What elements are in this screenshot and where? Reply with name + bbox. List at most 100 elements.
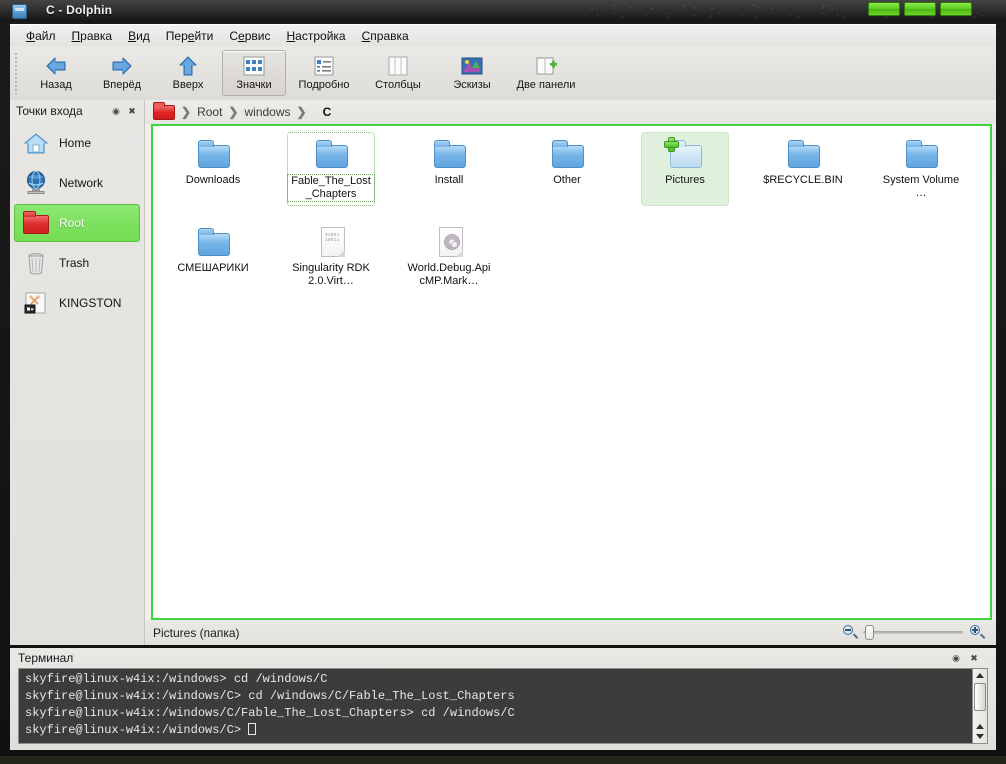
gear-icon[interactable]: ◉ (110, 105, 122, 117)
toolbar-back-label: Назад (40, 79, 72, 91)
toolbar-forward-button[interactable]: Вперёд (90, 50, 154, 96)
arrow-right-icon (110, 54, 134, 78)
breadcrumb-item-root[interactable]: Root (197, 105, 222, 119)
terminal-cursor (248, 723, 257, 735)
sidebar-item-trash[interactable]: Trash (14, 244, 140, 282)
sidebar-item-kingston[interactable]: KINGSTON (14, 284, 140, 322)
menu-file[interactable]: Файл (18, 27, 64, 45)
file-item-label: Install (434, 174, 464, 186)
menu-view[interactable]: Вид (120, 27, 158, 45)
menu-tools[interactable]: Сервис (221, 27, 278, 45)
icon-view[interactable]: Downloads Fable_The_Lost_Chapters Instal… (151, 124, 992, 620)
sidebar-item-trash-label: Trash (59, 256, 90, 270)
terminal-scrollbar[interactable] (972, 669, 987, 743)
trash-icon (21, 249, 51, 277)
file-item-system-volume[interactable]: System Volume … (877, 132, 965, 206)
zoom-slider[interactable] (863, 624, 963, 640)
toolbar-view-icons-button[interactable]: Значки (222, 50, 286, 96)
scroll-up-arrow-icon[interactable] (976, 673, 984, 678)
file-item-label: $RECYCLE.BIN (763, 174, 843, 186)
toolbar-forward-label: Вперёд (102, 79, 142, 91)
toolbar-view-columns-label: Столбцы (375, 79, 421, 91)
file-item-label: СМЕШАРИКИ (177, 262, 249, 274)
sidebar-item-root[interactable]: Root (14, 204, 140, 242)
file-item-label: System Volume … (882, 174, 960, 199)
file-item-install[interactable]: Install (405, 132, 493, 206)
file-item-label: Pictures (665, 174, 705, 186)
zoom-in-icon[interactable] (969, 624, 986, 639)
scroll-down-arrow-icon[interactable] (976, 734, 984, 739)
folder-icon (192, 137, 234, 171)
split-view-icon (534, 54, 558, 78)
close-icon[interactable]: ✖ (968, 652, 980, 664)
menu-help[interactable]: Справка (354, 27, 417, 45)
file-item-pictures[interactable]: Pictures (641, 132, 729, 206)
gear-icon[interactable]: ◉ (950, 652, 962, 664)
toolbar-view-details-button[interactable]: Подробно (288, 50, 360, 96)
disc-image-file-icon (428, 225, 470, 259)
sidebar-item-network[interactable]: Network (14, 164, 140, 202)
file-item-recycle-bin[interactable]: $RECYCLE.BIN (759, 132, 847, 206)
home-icon (21, 129, 51, 157)
dolphin-window: C - Dolphin Файл Правка Вид Перейти Серв… (0, 0, 1006, 756)
menu-bar: Файл Правка Вид Перейти Сервис Настройка… (10, 24, 996, 46)
terminal-panel-title: Терминал (18, 651, 74, 665)
status-text: Pictures (папка) (153, 625, 240, 640)
file-item-singularity[interactable]: 01001 10011 Singularity RDK 2.0.Virt… (287, 220, 375, 294)
folder-icon (192, 225, 234, 259)
sidebar-item-kingston-label: KINGSTON (59, 296, 122, 310)
zoom-out-icon[interactable] (842, 624, 859, 639)
toolbar-up-button[interactable]: Вверх (156, 50, 220, 96)
toolbar-preview-label: Эскизы (453, 79, 491, 91)
folder-red-icon[interactable] (153, 101, 175, 120)
file-item-smeshariki[interactable]: СМЕШАРИКИ (169, 220, 257, 294)
toolbar-view-columns-button[interactable]: Столбцы (362, 50, 434, 96)
file-item-label: Other (553, 174, 581, 186)
binary-file-icon: 01001 10011 (310, 225, 352, 259)
folder-icon (310, 137, 352, 171)
file-item-other[interactable]: Other (523, 132, 611, 206)
toolbar-view-details-label: Подробно (298, 79, 350, 91)
arrow-left-icon (44, 54, 68, 78)
file-item-downloads[interactable]: Downloads (169, 132, 257, 206)
terminal-line: skyfire@linux-w4ix:/windows/C> cd /windo… (25, 689, 515, 703)
close-icon[interactable]: ✖ (126, 105, 138, 117)
menu-go[interactable]: Перейти (158, 27, 222, 45)
places-panel: Точки входа ◉ ✖ Home Network Root Trash … (10, 100, 145, 645)
scroll-up-arrow-icon[interactable] (976, 724, 984, 729)
file-item-label: World.Debug.ApicMP.Mark… (407, 262, 491, 287)
minimize-button[interactable] (868, 2, 900, 16)
window-title: C - Dolphin (46, 3, 113, 17)
view-icons-icon (242, 54, 266, 78)
file-item-label: Singularity RDK 2.0.Virt… (292, 262, 370, 287)
arrow-up-icon (176, 54, 200, 78)
file-item-label: Downloads (185, 174, 241, 186)
breadcrumb-item-windows[interactable]: windows (244, 105, 290, 119)
terminal-body[interactable]: skyfire@linux-w4ix:/windows> cd /windows… (18, 668, 988, 744)
toolbar-up-label: Вверх (172, 79, 204, 91)
file-item-label: Fable_The_Lost_Chapters (287, 174, 375, 202)
sidebar-item-root-label: Root (59, 216, 85, 230)
preview-thumbnail-icon (460, 54, 484, 78)
file-item-fable[interactable]: Fable_The_Lost_Chapters (287, 132, 375, 206)
sidebar-item-home-label: Home (59, 136, 92, 150)
scrollbar-thumb[interactable] (974, 683, 986, 711)
toolbar-split-view-button[interactable]: Две панели (510, 50, 582, 96)
usb-drive-icon (21, 289, 51, 317)
menu-edit[interactable]: Правка (64, 27, 121, 45)
menu-settings[interactable]: Настройка (279, 27, 354, 45)
folder-icon (782, 137, 824, 171)
toolbar-back-button[interactable]: Назад (24, 50, 88, 96)
zoom-controls (842, 624, 986, 640)
folder-add-icon (664, 137, 706, 171)
terminal-output[interactable]: skyfire@linux-w4ix:/windows> cd /windows… (19, 669, 972, 743)
sidebar-item-home[interactable]: Home (14, 124, 140, 162)
maximize-button[interactable] (904, 2, 936, 16)
close-button[interactable] (940, 2, 972, 16)
toolbar-preview-button[interactable]: Эскизы (436, 50, 508, 96)
icon-grid: Downloads Fable_The_Lost_Chapters Instal… (153, 126, 990, 618)
breadcrumb-item-c[interactable]: C (323, 105, 332, 119)
file-item-world-debug[interactable]: World.Debug.ApicMP.Mark… (405, 220, 493, 294)
title-bar: C - Dolphin (0, 0, 1006, 22)
folder-icon (546, 137, 588, 171)
